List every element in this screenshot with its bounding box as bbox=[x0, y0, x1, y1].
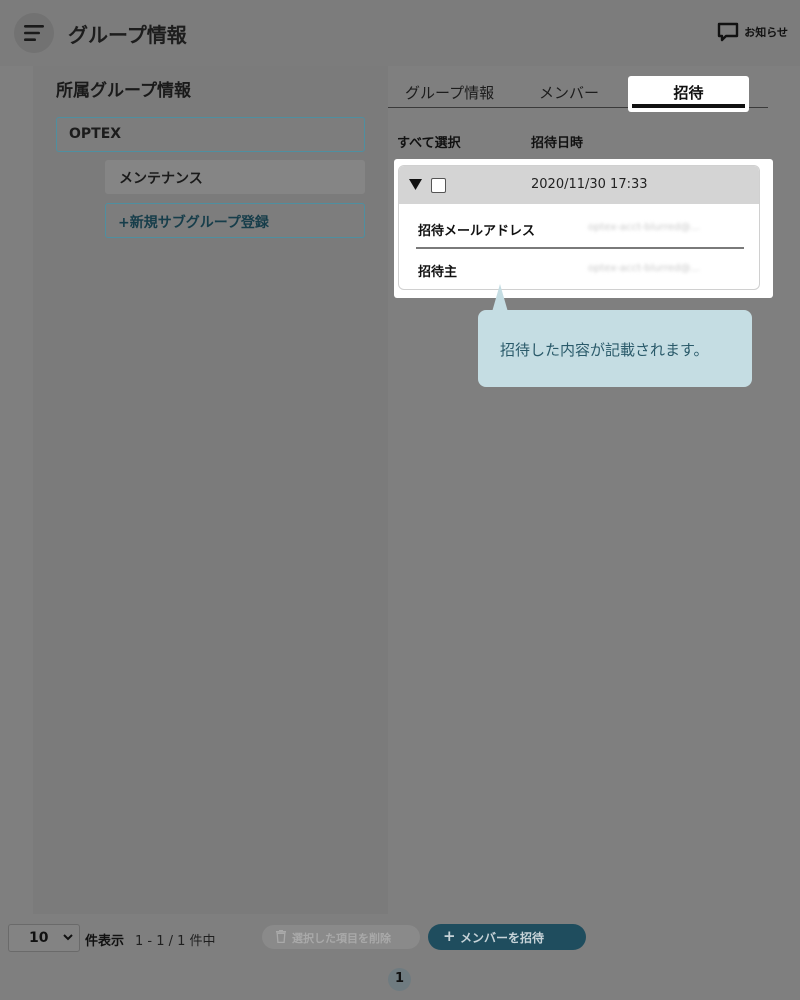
invite-date-header: 招待日時 bbox=[531, 136, 584, 151]
invite-email-row: 招待メールアドレス optex-acct-blurred@... bbox=[416, 211, 744, 249]
select-all-header[interactable]: すべて選択 bbox=[397, 132, 461, 151]
result-range: 1 - 1 / 1 件中 bbox=[135, 934, 216, 949]
group-sidebar: 所属グループ情報 OPTEX メンテナンス +新規サブグループ登録 bbox=[33, 66, 388, 914]
collapse-triangle-icon[interactable] bbox=[409, 179, 422, 190]
inviter-row: 招待主 optex-acct-blurred@... bbox=[416, 252, 744, 289]
invite-checkbox[interactable] bbox=[431, 178, 446, 193]
add-subgroup-button[interactable]: +新規サブグループ登録 bbox=[105, 203, 365, 238]
sidebar-title: 所属グループ情報 bbox=[56, 81, 191, 101]
per-page-select[interactable]: 10 bbox=[8, 924, 80, 952]
app-header: グループ情報 お知らせ bbox=[0, 0, 800, 66]
delete-selected-button[interactable]: 選択した項目を削除 bbox=[262, 925, 420, 949]
chevron-down-icon bbox=[63, 934, 73, 941]
tooltip-arrow bbox=[492, 284, 508, 312]
tab-members[interactable]: メンバー bbox=[539, 82, 599, 103]
delete-selected-label: 選択した項目を削除 bbox=[292, 932, 391, 945]
inviter-label: 招待主 bbox=[418, 265, 458, 280]
subgroup-item[interactable]: メンテナンス bbox=[105, 160, 365, 194]
per-page-label: 件表示 bbox=[85, 934, 125, 949]
chat-bubble-icon bbox=[718, 22, 739, 42]
invite-date: 2020/11/30 17:33 bbox=[531, 177, 648, 192]
tab-invite[interactable]: 招待 bbox=[628, 76, 749, 112]
menu-icon bbox=[24, 25, 44, 41]
tab-group-info[interactable]: グループ情報 bbox=[405, 82, 494, 103]
tab-bar: グループ情報 メンバー 招待 bbox=[388, 76, 768, 112]
footer-bar: 10 件表示 1 - 1 / 1 件中 選択した項目を削除 + メンバーを招待 … bbox=[0, 914, 800, 1000]
tab-invite-label: 招待 bbox=[673, 84, 704, 102]
invite-email-label: 招待メールアドレス bbox=[418, 224, 536, 239]
per-page-value: 10 bbox=[29, 930, 49, 946]
notice-button[interactable]: お知らせ bbox=[717, 22, 788, 42]
trash-icon bbox=[276, 930, 286, 943]
inviter-value: optex-acct-blurred@... bbox=[588, 263, 700, 274]
group-item-root[interactable]: OPTEX bbox=[56, 117, 365, 152]
notice-label: お知らせ bbox=[744, 26, 788, 39]
invite-member-label: メンバーを招待 bbox=[460, 931, 545, 945]
page-title: グループ情報 bbox=[68, 23, 187, 47]
plus-icon: + bbox=[443, 927, 456, 945]
invite-member-button[interactable]: + メンバーを招待 bbox=[428, 924, 586, 950]
page-number-current[interactable]: 1 bbox=[388, 968, 411, 991]
invite-email-value: optex-acct-blurred@... bbox=[588, 222, 700, 233]
invite-card-highlight: 2020/11/30 17:33 招待メールアドレス optex-acct-bl… bbox=[394, 159, 773, 298]
tooltip: 招待した内容が記載されます。 bbox=[478, 310, 752, 387]
invite-card: 2020/11/30 17:33 招待メールアドレス optex-acct-bl… bbox=[398, 165, 760, 290]
hamburger-menu-button[interactable] bbox=[14, 13, 54, 53]
invite-card-header: 2020/11/30 17:33 bbox=[399, 166, 759, 204]
active-tab-indicator bbox=[632, 104, 745, 108]
